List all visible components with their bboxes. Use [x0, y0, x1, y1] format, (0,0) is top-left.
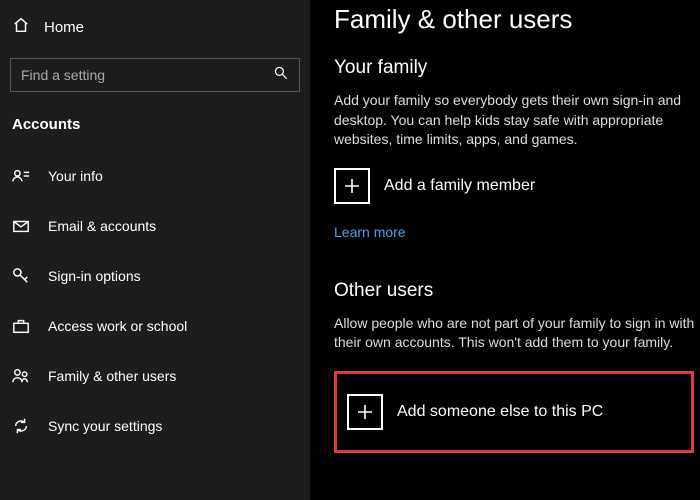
main-panel: Family & other users Your family Add you… — [310, 0, 700, 500]
plus-icon — [334, 168, 370, 204]
plus-icon — [347, 394, 383, 430]
add-other-label: Add someone else to this PC — [397, 403, 603, 421]
sidebar-item-label: Sync your settings — [48, 418, 162, 434]
search-icon — [273, 65, 289, 86]
people-icon — [12, 367, 30, 385]
sidebar-item-label: Family & other users — [48, 368, 176, 384]
category-heading: Accounts — [0, 110, 310, 157]
highlight-annotation: Add someone else to this PC — [334, 371, 694, 453]
settings-sidebar: Home Find a setting Accounts Your info E… — [0, 0, 310, 500]
search-placeholder: Find a setting — [21, 67, 105, 83]
sidebar-item-work[interactable]: Access work or school — [0, 307, 310, 345]
sidebar-item-family[interactable]: Family & other users — [0, 357, 310, 395]
person-card-icon — [12, 167, 30, 185]
mail-icon — [12, 217, 30, 235]
sidebar-item-label: Access work or school — [48, 318, 187, 334]
family-description: Add your family so everybody gets their … — [334, 91, 700, 150]
home-button[interactable]: Home — [0, 10, 310, 44]
sync-icon — [12, 417, 30, 435]
sidebar-item-label: Your info — [48, 168, 103, 184]
sidebar-item-your-info[interactable]: Your info — [0, 157, 310, 195]
other-users-description: Allow people who are not part of your fa… — [334, 314, 700, 353]
page-title: Family & other users — [334, 4, 700, 35]
sidebar-item-email[interactable]: Email & accounts — [0, 207, 310, 245]
search-input[interactable]: Find a setting — [10, 58, 300, 92]
home-label: Home — [44, 19, 84, 36]
add-family-label: Add a family member — [384, 177, 535, 195]
other-users-heading: Other users — [334, 280, 700, 302]
briefcase-icon — [12, 317, 30, 335]
sidebar-item-signin[interactable]: Sign-in options — [0, 257, 310, 295]
key-icon — [12, 267, 30, 285]
home-icon — [12, 16, 30, 38]
sidebar-item-label: Sign-in options — [48, 268, 141, 284]
learn-more-link[interactable]: Learn more — [334, 224, 406, 240]
family-heading: Your family — [334, 57, 700, 79]
sidebar-item-label: Email & accounts — [48, 218, 156, 234]
sidebar-item-sync[interactable]: Sync your settings — [0, 407, 310, 445]
add-family-member-button[interactable]: Add a family member — [334, 168, 700, 204]
add-other-user-button[interactable]: Add someone else to this PC — [347, 394, 681, 430]
